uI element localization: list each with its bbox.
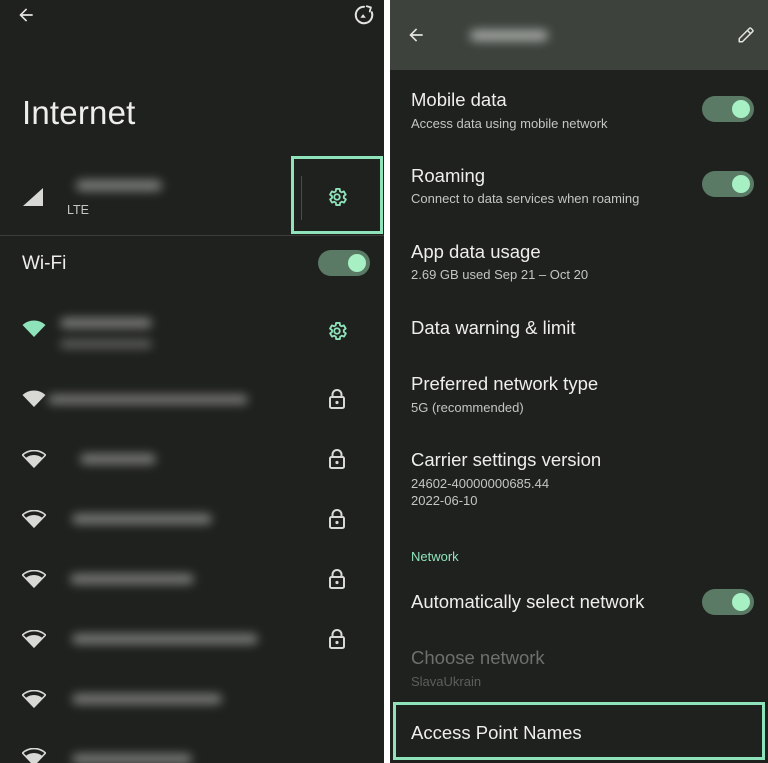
network-reset-icon (354, 5, 374, 25)
back-button[interactable] (402, 22, 430, 48)
item-title: Data warning & limit (411, 317, 576, 338)
network-name-redacted (72, 754, 192, 763)
pencil-icon (738, 27, 754, 43)
network-name-redacted (60, 318, 152, 328)
item-title: Preferred network type (411, 373, 599, 394)
wifi-network-row[interactable] (0, 728, 384, 763)
wifi-network-row[interactable] (0, 428, 384, 488)
mobile-network-settings-button[interactable] (322, 182, 352, 212)
mobile-data-row[interactable]: Mobile data Access data using mobile net… (390, 78, 768, 148)
section-divider (0, 235, 384, 236)
wifi-strong-icon (22, 570, 46, 588)
item-title: Carrier settings version (411, 449, 602, 470)
item-title: Mobile data (411, 89, 507, 110)
section-header-network: Network (411, 549, 459, 564)
internet-settings-screen: Internet LTE Wi-Fi (0, 0, 384, 763)
wifi-network-list (0, 298, 384, 763)
item-subtitle: 5G (recommended) (411, 400, 524, 415)
network-name-redacted (80, 454, 156, 464)
item-subtitle: Access data using mobile network (411, 116, 608, 131)
lock-icon (329, 509, 345, 529)
data-warning-limit-row[interactable]: Data warning & limit (390, 305, 768, 361)
choose-network-row: Choose network SlavaUkrain (390, 636, 768, 696)
network-name-redacted (72, 634, 258, 644)
carrier-settings-version-row: Carrier settings version 24602-400000006… (390, 438, 768, 526)
wifi-network-row[interactable] (0, 548, 384, 608)
toggle-knob (732, 175, 750, 193)
toggle-knob (348, 254, 366, 272)
arrow-left-icon (409, 28, 423, 42)
wifi-strong-icon (22, 630, 46, 648)
wifi-network-row[interactable] (0, 368, 384, 428)
item-title: Roaming (411, 165, 486, 186)
wifi-network-row[interactable] (0, 608, 384, 668)
gear-icon (329, 188, 347, 206)
wifi-toggle[interactable] (318, 250, 370, 276)
gear-icon (329, 322, 347, 340)
network-name-redacted (72, 514, 212, 524)
item-title: Choose network (411, 647, 545, 668)
edit-button[interactable] (732, 22, 760, 48)
toggle-knob (732, 593, 750, 611)
wifi-strong-icon (22, 510, 46, 528)
lock-icon (329, 569, 345, 589)
item-subtitle: Connect to data services when roaming (411, 191, 640, 206)
back-button[interactable] (12, 2, 40, 28)
carrier-name-redacted (76, 180, 162, 191)
wifi-full-icon (22, 320, 46, 337)
toggle-knob (732, 100, 750, 118)
lock-icon (329, 629, 345, 649)
wifi-strong-icon (22, 690, 46, 708)
preferred-network-type-row[interactable]: Preferred network type 5G (recommended) (390, 362, 768, 432)
item-subtitle: 2.69 GB used Sep 21 – Oct 20 (411, 267, 589, 282)
arrow-left-icon (19, 8, 33, 22)
roaming-row[interactable]: Roaming Connect to data services when ro… (390, 154, 768, 224)
mobile-network-settings-screen: Mobile data Access data using mobile net… (390, 0, 768, 763)
wifi-network-row[interactable] (0, 668, 384, 728)
cell-signal-icon (23, 188, 43, 206)
mobile-data-toggle[interactable] (702, 96, 754, 122)
network-status-redacted (60, 340, 152, 348)
app-bar (390, 0, 768, 70)
lock-icon (329, 449, 345, 469)
wifi-network-row[interactable] (0, 488, 384, 548)
item-title: Automatically select network (411, 591, 645, 612)
carrier-title-redacted (470, 30, 548, 41)
network-name-redacted (70, 574, 194, 584)
page-title: Internet (22, 94, 136, 131)
wifi-strong-icon (22, 450, 46, 468)
wifi-strong-icon (22, 748, 46, 763)
wifi-network-row[interactable] (0, 298, 384, 360)
network-type-label: LTE (67, 203, 89, 217)
wifi-label: Wi-Fi (22, 253, 67, 274)
roaming-toggle[interactable] (702, 171, 754, 197)
network-name-redacted (72, 694, 222, 704)
item-subtitle: SlavaUkrain (411, 674, 482, 689)
network-name-redacted (48, 395, 248, 404)
item-subtitle: 24602-40000000685.44 (411, 476, 550, 491)
app-data-usage-row[interactable]: App data usage 2.69 GB used Sep 21 – Oct… (390, 230, 768, 300)
auto-select-network-row[interactable]: Automatically select network (390, 578, 768, 628)
item-subtitle-date: 2022-06-10 (411, 493, 478, 508)
item-title: App data usage (411, 241, 541, 262)
lock-icon (329, 389, 345, 409)
auto-select-network-toggle[interactable] (702, 589, 754, 615)
access-point-names-row[interactable]: Access Point Names (390, 704, 768, 760)
item-title: Access Point Names (411, 722, 582, 743)
reset-network-button[interactable] (350, 2, 378, 28)
wifi-full-icon (22, 390, 46, 407)
